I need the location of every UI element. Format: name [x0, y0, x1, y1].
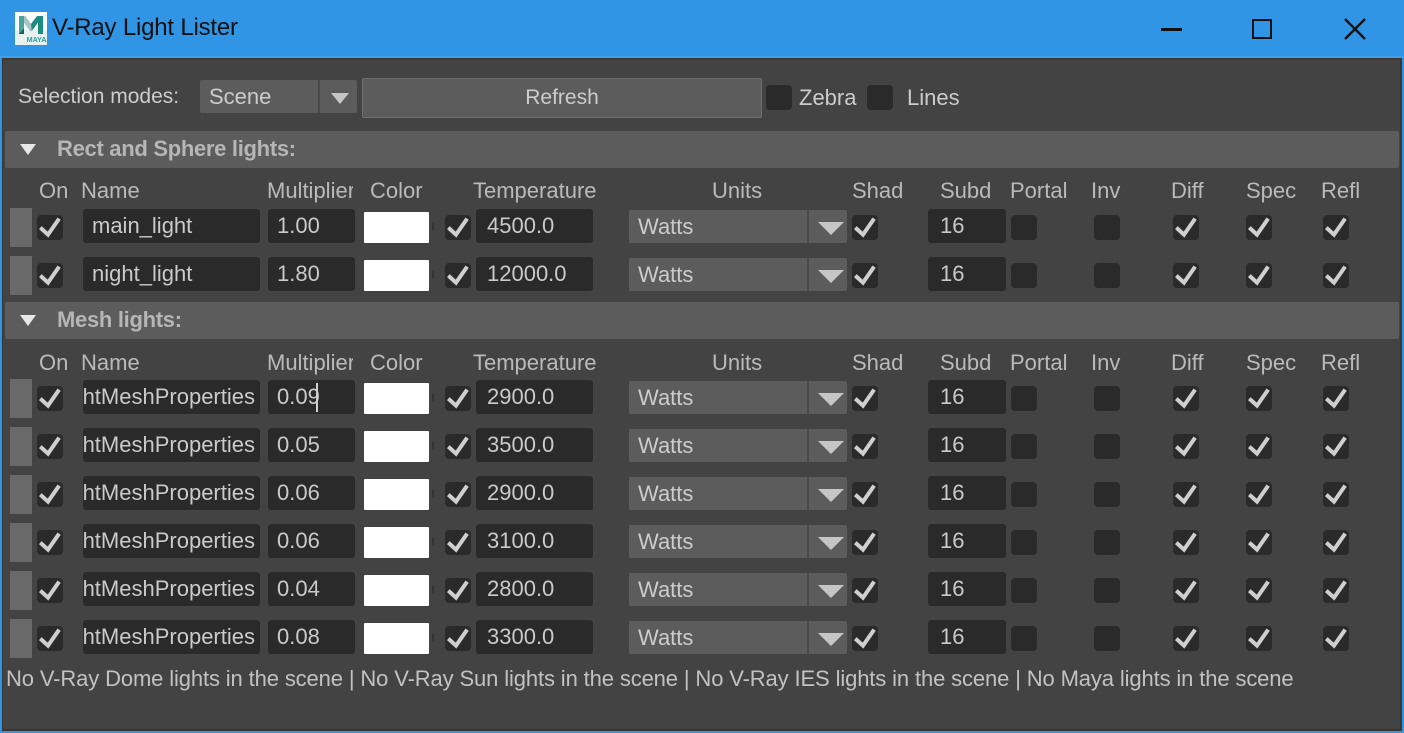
svg-text:MAYA: MAYA [27, 35, 47, 44]
